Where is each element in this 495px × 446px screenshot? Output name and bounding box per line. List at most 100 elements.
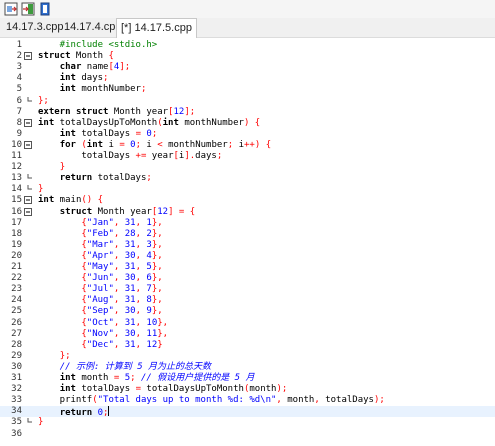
code-line[interactable]: 27 {"Nov", 30, 11}, [0, 329, 495, 340]
line-number: 23 [11, 284, 22, 295]
code-line[interactable]: 30 // 示例: 计算到 5 月为止的总天数 [0, 362, 495, 373]
code-line[interactable]: 35} [0, 417, 495, 428]
code-text: int totalDaysUpToMonth(int monthNumber) … [38, 117, 261, 128]
code-line[interactable]: 17 {"Jan", 31, 1}, [0, 218, 495, 229]
insert-icon[interactable] [4, 2, 18, 16]
line-number: 9 [16, 128, 22, 139]
line-number: 26 [11, 317, 22, 328]
line-number: 16 [11, 206, 22, 217]
code-line[interactable]: 2 struct Month { [0, 51, 495, 62]
code-line[interactable]: 1 #include <stdio.h> [0, 40, 495, 51]
line-number: 1 [16, 40, 22, 50]
code-text: // 示例: 计算到 5 月为止的总天数 [59, 361, 212, 372]
code-line[interactable]: 29 }; [0, 351, 495, 362]
fold-toggle-icon[interactable] [24, 118, 32, 127]
fold-end-icon [24, 185, 32, 193]
code-line[interactable]: 28 {"Dec", 31, 12} [0, 340, 495, 351]
line-number: 7 [16, 106, 22, 117]
line-number: 25 [11, 306, 22, 317]
code-line[interactable]: 23 {"Jul", 31, 7}, [0, 284, 495, 295]
code-line[interactable]: 11 totalDays += year[i].days; [0, 151, 495, 162]
code-text: {"Jul", 31, 7}, [81, 284, 163, 295]
code-line[interactable]: 32 int totalDays = totalDaysUpToMonth(mo… [0, 384, 495, 395]
line-number: 18 [11, 228, 22, 239]
line-number: 24 [11, 295, 22, 306]
code-editor[interactable]: 1 #include <stdio.h> 2 struct Month {3 cha… [0, 38, 495, 446]
fold-toggle-icon[interactable] [24, 196, 32, 205]
line-number: 31 [11, 373, 22, 383]
line-number: 8 [16, 117, 22, 128]
code-line[interactable]: 7 extern struct Month year[12]; [0, 107, 495, 118]
code-line[interactable]: 4 int days; [0, 73, 495, 84]
code-text: int month = 5; // 假设用户提供的是 5 月 [59, 373, 255, 383]
code-line[interactable]: 21 {"May", 31, 5}, [0, 262, 495, 273]
code-text: for (int i = 0; i < monthNumber; i++) { [59, 139, 272, 150]
line-number: 34 [11, 406, 22, 417]
line-number: 21 [11, 262, 22, 272]
code-line[interactable]: 36 [0, 429, 495, 440]
code-text: {"Dec", 31, 12} [81, 339, 163, 350]
exit-icon[interactable] [21, 2, 35, 16]
line-number: 36 [11, 428, 22, 439]
code-line[interactable]: 6}; [0, 96, 495, 107]
code-line[interactable]: 15 int main() { [0, 195, 495, 206]
code-line[interactable]: 34 return 0; [0, 406, 495, 418]
line-number: 30 [11, 361, 22, 372]
line-number: 32 [11, 384, 22, 395]
code-line[interactable]: 8 int totalDaysUpToMonth(int monthNumber)… [0, 118, 495, 129]
code-text: int main() { [38, 195, 104, 206]
code-line[interactable]: 24 {"Aug", 31, 8}, [0, 295, 495, 306]
code-line[interactable]: 19 {"Mar", 31, 3}, [0, 240, 495, 251]
code-text: {"Mar", 31, 3}, [81, 239, 163, 250]
line-number: 28 [11, 339, 22, 350]
code-text: return totalDays; [59, 173, 152, 184]
line-number: 29 [11, 350, 22, 361]
line-number: 15 [11, 195, 22, 206]
code-text: }; [59, 350, 71, 361]
fold-toggle-icon[interactable] [24, 140, 32, 149]
fold-toggle-icon[interactable] [24, 207, 32, 216]
code-line[interactable]: 33 printf("Total days up to month %d: %d… [0, 395, 495, 406]
code-line[interactable]: 5 int monthNumber; [0, 84, 495, 95]
fold-end-icon [24, 174, 32, 182]
bookmark-icon[interactable] [38, 2, 52, 16]
tab-14-17-5[interactable]: [*] 14.17.5.cpp [116, 18, 197, 38]
code-text: {"Aug", 31, 8}, [81, 295, 163, 306]
code-line[interactable]: 13 return totalDays; [0, 173, 495, 184]
code-text: {"Jun", 30, 6}, [81, 273, 163, 284]
code-line[interactable]: 25 {"Sep", 30, 9}, [0, 306, 495, 317]
code-text: {"Nov", 30, 11}, [81, 328, 169, 339]
code-text: {"Feb", 28, 2}, [81, 228, 163, 239]
code-line[interactable]: 26 {"Oct", 31, 10}, [0, 318, 495, 329]
line-number: 33 [11, 395, 22, 406]
line-number: 5 [16, 84, 22, 95]
code-line[interactable]: 3 char name[4]; [0, 62, 495, 73]
line-number: 22 [11, 273, 22, 284]
code-line[interactable]: 14} [0, 184, 495, 195]
code-line[interactable]: 31 int month = 5; // 假设用户提供的是 5 月 [0, 373, 495, 384]
code-text: int monthNumber; [59, 84, 147, 95]
code-text: int totalDays = 0; [59, 128, 158, 139]
code-text: }; [38, 95, 49, 106]
code-line[interactable]: 22 {"Jun", 30, 6}, [0, 273, 495, 284]
line-number: 12 [11, 162, 22, 173]
code-text: {"Oct", 31, 10}, [81, 317, 169, 328]
code-text: #include <stdio.h> [38, 40, 158, 50]
code-text: int days; [59, 73, 109, 84]
tab-14-17-3[interactable]: 14.17.3.cpp [2, 18, 68, 37]
fold-end-icon [24, 96, 32, 105]
tab-bar: 14.17.3.cpp 14.17.4.cpp [*] 14.17.5.cpp [0, 18, 495, 38]
fold-toggle-icon[interactable] [24, 52, 32, 61]
code-line[interactable]: 18 {"Feb", 28, 2}, [0, 229, 495, 240]
line-number: 3 [16, 62, 22, 73]
line-number: 11 [11, 151, 22, 161]
code-line[interactable]: 16 struct Month year[12] = { [0, 207, 495, 218]
code-line[interactable]: 9 int totalDays = 0; [0, 129, 495, 140]
code-line[interactable]: 10 for (int i = 0; i < monthNumber; i++)… [0, 140, 495, 151]
code-text: } [59, 162, 66, 173]
line-number: 35 [11, 417, 22, 428]
code-text: } [38, 417, 44, 428]
code-line[interactable]: 12 } [0, 162, 495, 173]
code-line[interactable]: 20 {"Apr", 30, 4}, [0, 251, 495, 262]
code-text: } [38, 184, 44, 195]
